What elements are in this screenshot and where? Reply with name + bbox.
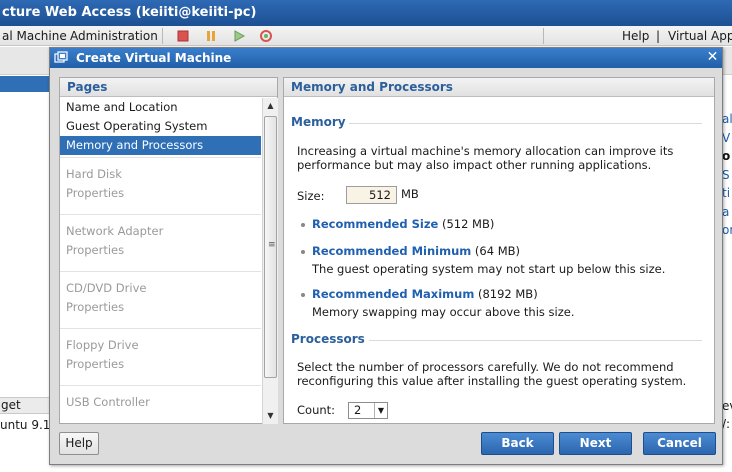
back-button[interactable]: Back: [481, 432, 554, 455]
tasks-row-target: untu 9.10: [0, 418, 50, 432]
page-floppy-drive[interactable]: Floppy Drive: [60, 336, 261, 355]
scroll-up-arrow-icon[interactable]: ▲: [263, 98, 278, 113]
virtual-appliance-menu[interactable]: Virtual App: [668, 26, 732, 46]
help-menu[interactable]: Help: [622, 26, 649, 46]
help-button[interactable]: Help: [59, 432, 99, 455]
menu-divider: |: [656, 29, 661, 43]
toolbar-separator: [162, 28, 163, 44]
command-link[interactable]: o: [722, 147, 732, 166]
dialog-title-bar[interactable]: Create Virtual Machine ✕: [50, 48, 722, 68]
recommended-size-link[interactable]: Recommended Size: [312, 217, 438, 231]
commands-panel: al V o S ti a or: [722, 110, 732, 260]
command-link[interactable]: S: [722, 166, 732, 185]
menu-separator: [543, 28, 544, 44]
stop-icon[interactable]: [176, 29, 190, 43]
page-floppy-drive-properties[interactable]: Properties: [60, 355, 261, 374]
tasks-target-header: get: [1, 398, 21, 412]
close-icon[interactable]: ✕: [705, 50, 720, 65]
memory-section-divider: [349, 123, 702, 124]
page-group-network-adapter: Network Adapter Properties: [60, 214, 261, 271]
recommended-size-row: Recommended Size (512 MB): [301, 217, 494, 231]
dialog-title: Create Virtual Machine: [76, 51, 232, 65]
processors-section-divider: [369, 340, 702, 341]
page-usb-controller[interactable]: USB Controller: [60, 393, 261, 412]
page-name-and-location[interactable]: Name and Location: [60, 98, 261, 117]
app-menu-bar: al Machine Administration Help | Virtual…: [0, 26, 732, 46]
pages-header: Pages: [60, 78, 277, 97]
recommended-minimum-note: The guest operating system may not start…: [312, 262, 666, 276]
command-link[interactable]: a: [722, 203, 732, 222]
next-button[interactable]: Next: [559, 432, 632, 455]
events-header: ev: [722, 399, 732, 413]
page-group-usb-controller: USB Controller: [60, 385, 261, 424]
processor-count-label: Count:: [297, 403, 336, 417]
recommended-maximum-link[interactable]: Recommended Maximum: [312, 287, 474, 301]
processors-description: Select the number of processors carefull…: [297, 360, 687, 388]
page-hard-disk-properties[interactable]: Properties: [60, 184, 261, 203]
memory-size-unit: MB: [401, 187, 419, 201]
inventory-panel: [0, 92, 50, 397]
recommended-minimum-link[interactable]: Recommended Minimum: [312, 244, 471, 258]
menu-administration[interactable]: Administration: [70, 26, 158, 46]
page-hard-disk[interactable]: Hard Disk: [60, 165, 261, 184]
pages-panel: Pages Name and Location Guest Operating …: [59, 77, 278, 424]
tasks-row[interactable]: untu 9.10: [0, 416, 50, 434]
events-row: /:: [722, 417, 731, 431]
page-group-floppy-drive: Floppy Drive Properties: [60, 328, 261, 385]
menu-virtual-machine[interactable]: al Machine: [2, 26, 67, 46]
reset-icon[interactable]: [259, 29, 273, 43]
cancel-button[interactable]: Cancel: [643, 432, 716, 455]
chevron-down-icon[interactable]: ▼: [374, 403, 387, 418]
recommended-size-value: (512 MB): [441, 217, 495, 231]
grip-icon: ≡: [268, 240, 276, 250]
events-panel: ev /:: [722, 397, 732, 437]
content-body: Memory Increasing a virtual machine's me…: [284, 98, 714, 424]
bullet-icon: [301, 222, 305, 227]
memory-description: Increasing a virtual machine's memory al…: [297, 144, 674, 172]
app-title-bar: cture Web Access (keiiti@keiiti-pc): [0, 0, 732, 26]
processor-count-value: 2: [354, 403, 362, 417]
content-header: Memory and Processors: [284, 78, 714, 97]
page-guest-operating-system[interactable]: Guest Operating System: [60, 117, 261, 136]
recommended-minimum-value: (64 MB): [474, 244, 520, 258]
bullet-icon: [301, 292, 305, 297]
command-link[interactable]: V: [722, 129, 732, 148]
recommended-minimum-row: Recommended Minimum (64 MB): [301, 244, 520, 258]
command-link[interactable]: or: [722, 221, 732, 240]
page-cd-dvd-drive-properties[interactable]: Properties: [60, 298, 261, 317]
bullet-icon: [301, 249, 305, 254]
recommended-maximum-note: Memory swapping may occur above this siz…: [312, 305, 575, 319]
vm-icon: [54, 51, 68, 63]
page-memory-and-processors[interactable]: Memory and Processors: [60, 136, 261, 155]
recommended-maximum-value: (8192 MB): [477, 287, 538, 301]
scrollbar-thumb[interactable]: ≡: [264, 116, 277, 378]
page-group-cd-dvd-drive: CD/DVD Drive Properties: [60, 271, 261, 328]
inventory-selection-bar: [0, 76, 50, 92]
pages-scrollbar[interactable]: ▲ ≡ ▼: [262, 98, 278, 424]
play-icon[interactable]: [232, 29, 246, 43]
memory-processors-panel: Memory and Processors Memory Increasing …: [283, 77, 715, 424]
command-link[interactable]: ti: [722, 184, 732, 203]
page-network-adapter-properties[interactable]: Properties: [60, 241, 261, 260]
app-title: cture Web Access (keiiti@keiiti-pc): [2, 5, 257, 20]
page-cd-dvd-drive[interactable]: CD/DVD Drive: [60, 279, 261, 298]
recommended-maximum-row: Recommended Maximum (8192 MB): [301, 287, 538, 301]
pages-list: Name and Location Guest Operating System…: [60, 98, 261, 424]
memory-size-label: Size:: [297, 189, 325, 203]
tasks-column-header: get: [0, 397, 50, 414]
pause-icon[interactable]: [204, 29, 218, 43]
scroll-down-arrow-icon[interactable]: ▼: [263, 408, 278, 423]
page-network-adapter[interactable]: Network Adapter: [60, 222, 261, 241]
page-group-hard-disk: Hard Disk Properties: [60, 157, 261, 214]
memory-size-input[interactable]: 512: [346, 186, 397, 204]
processor-count-select[interactable]: 2 ▼: [348, 402, 388, 419]
processors-section-title: Processors: [291, 332, 365, 346]
memory-section-title: Memory: [291, 115, 346, 129]
command-link[interactable]: al: [722, 110, 732, 129]
create-vm-dialog: Create Virtual Machine ✕ Pages Name and …: [49, 47, 723, 465]
